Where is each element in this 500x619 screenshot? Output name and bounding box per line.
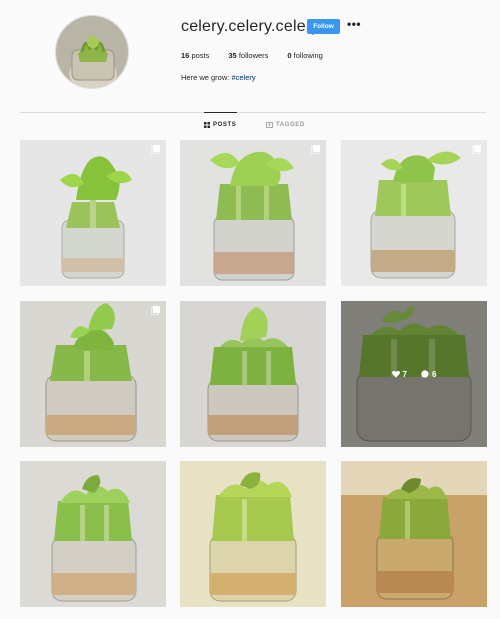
celery-photo xyxy=(20,301,166,447)
active-tab-indicator xyxy=(204,112,237,113)
post-thumbnail[interactable] xyxy=(341,461,487,607)
posts-count: 16 xyxy=(181,51,190,60)
celery-photo xyxy=(20,140,166,286)
likes-count: 7 xyxy=(402,369,407,379)
tab-tagged[interactable]: TAGGED xyxy=(266,122,305,128)
following-count: 0 xyxy=(287,51,292,60)
bio-hashtag-link[interactable]: #celery xyxy=(231,73,255,82)
post-thumbnail[interactable] xyxy=(20,461,166,607)
profile-avatar[interactable] xyxy=(55,15,129,89)
celery-photo xyxy=(180,301,326,447)
post-thumbnail[interactable]: 7 6 xyxy=(341,301,487,447)
profile-header: celery.celery.celery Follow ••• 16 posts… xyxy=(0,0,500,112)
celery-photo xyxy=(20,461,166,607)
tab-tagged-label: TAGGED xyxy=(276,122,305,128)
multiple-photos-icon xyxy=(311,145,320,154)
post-thumbnail[interactable] xyxy=(180,140,326,286)
profile-stats: 16 posts 35 followers 0 following xyxy=(181,51,342,60)
post-thumbnail[interactable] xyxy=(180,461,326,607)
tabs-divider xyxy=(20,112,486,113)
post-thumbnail[interactable] xyxy=(20,140,166,286)
following-label: following xyxy=(293,51,323,60)
celery-photo xyxy=(180,140,326,286)
posts-stat: 16 posts xyxy=(181,51,209,60)
tab-posts[interactable]: POSTS xyxy=(204,122,236,128)
comment-icon xyxy=(421,370,429,378)
bio-text: Here we grow: xyxy=(181,73,232,82)
follow-button[interactable]: Follow xyxy=(307,19,340,34)
multiple-photos-icon xyxy=(151,145,160,154)
following-stat[interactable]: 0 following xyxy=(287,51,322,60)
celery-photo xyxy=(341,140,487,286)
multiple-photos-icon xyxy=(151,306,160,315)
avatar-photo xyxy=(56,16,128,88)
comments-count: 6 xyxy=(432,369,437,379)
more-options-icon[interactable]: ••• xyxy=(347,18,361,32)
profile-bio: Here we grow: #celery xyxy=(181,73,256,82)
tagged-icon xyxy=(266,122,273,128)
profile-username: celery.celery.celery xyxy=(181,18,320,35)
post-thumbnail[interactable] xyxy=(341,140,487,286)
followers-label: followers xyxy=(238,51,269,60)
likes-count-group: 7 xyxy=(391,369,407,379)
post-thumbnail[interactable] xyxy=(20,301,166,447)
grid-icon xyxy=(204,122,210,128)
followers-count: 35 xyxy=(228,51,237,60)
post-thumbnail[interactable] xyxy=(180,301,326,447)
tab-posts-label: POSTS xyxy=(213,122,237,128)
followers-stat[interactable]: 35 followers xyxy=(228,51,268,60)
celery-photo xyxy=(180,461,326,607)
post-hover-overlay: 7 6 xyxy=(341,301,487,447)
posts-label: posts xyxy=(191,51,210,60)
comments-count-group: 6 xyxy=(421,370,436,379)
multiple-photos-icon xyxy=(472,145,481,154)
heart-icon xyxy=(391,370,400,378)
celery-photo xyxy=(341,461,487,607)
